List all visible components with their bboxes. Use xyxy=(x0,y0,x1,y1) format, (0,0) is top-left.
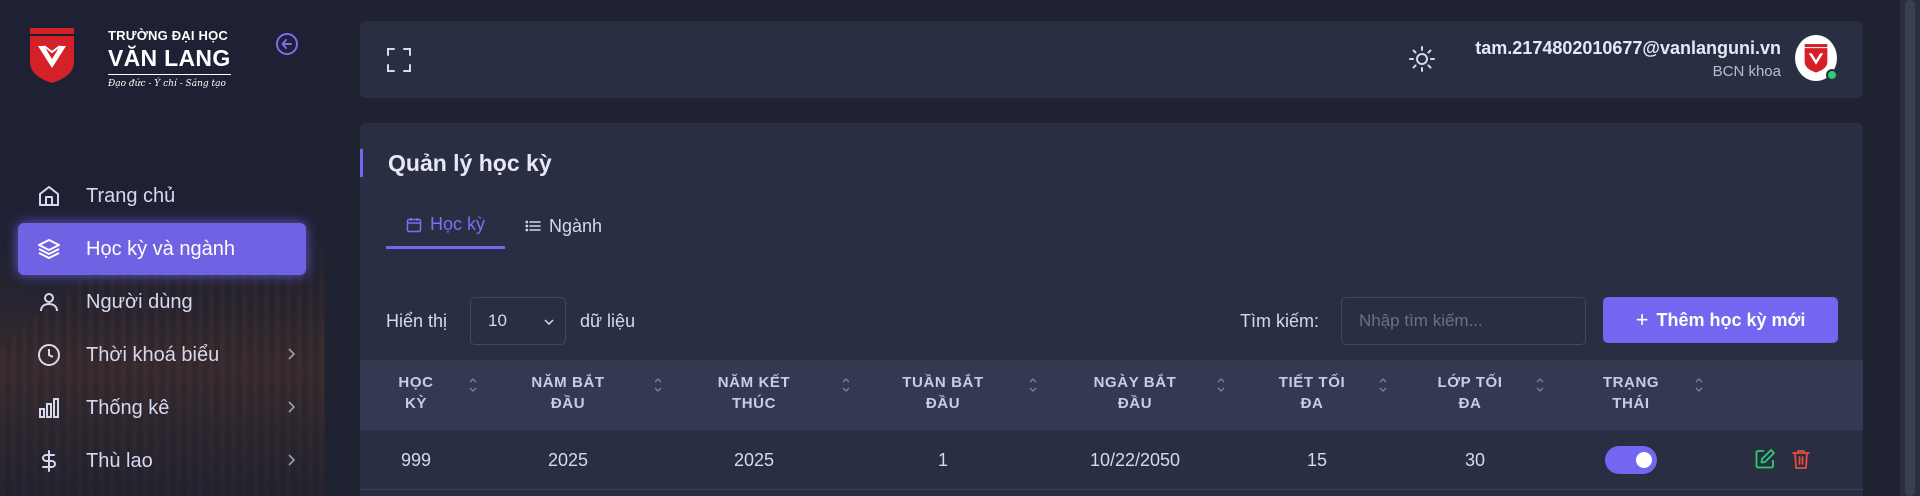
page-scrollbar[interactable] xyxy=(1900,0,1920,496)
dollar-icon xyxy=(36,448,62,474)
sidebar-item-label: Thù lao xyxy=(86,449,153,472)
chevron-right-icon xyxy=(288,348,296,360)
sort-icon[interactable] xyxy=(1378,374,1388,396)
column-header-max-periods[interactable]: TIẾT TỐI ĐA xyxy=(1262,372,1362,414)
scrollbar-thumb[interactable] xyxy=(1905,0,1915,496)
sidebar-item-label: Thời khoá biểu xyxy=(86,343,220,366)
plus-icon: + xyxy=(1635,307,1649,332)
search-input[interactable] xyxy=(1341,297,1586,345)
add-semester-button[interactable]: + Thêm học kỳ mới xyxy=(1603,297,1838,343)
list-icon xyxy=(525,220,541,232)
arrow-left-icon xyxy=(281,39,292,49)
column-header-end-year[interactable]: NĂM KẾT THÚC xyxy=(706,372,802,414)
chevron-right-icon xyxy=(288,454,296,466)
sidebar-item-label: Học kỳ và ngành xyxy=(86,237,235,260)
calendar-icon xyxy=(406,217,422,232)
add-semester-label: Thêm học kỳ mới xyxy=(1656,309,1806,330)
cell-start-year: 2025 xyxy=(547,450,589,470)
sidebar-item-label: Thống kê xyxy=(86,396,170,419)
brand-text: TRƯỜNG ĐẠI HỌC VĂN LANG Đạo đức - Ý chí … xyxy=(108,28,231,89)
column-header-start-year[interactable]: NĂM BẮT ĐẦU xyxy=(520,372,616,414)
column-header-start-date[interactable]: NGÀY BẮT ĐẦU xyxy=(1080,372,1190,414)
tab-label: Học kỳ xyxy=(430,214,486,234)
top-navbar: tam.2174802010677@vanlanguni.vn BCN khoa xyxy=(360,21,1863,98)
sort-icon[interactable] xyxy=(1028,374,1038,396)
table-header: HỌC KỲ NĂM BẮT ĐẦU NĂM KẾT THÚC TUẦN BẮT… xyxy=(360,360,1863,430)
status-toggle[interactable] xyxy=(1605,446,1657,474)
sidebar-item-home[interactable]: Trang chủ xyxy=(18,170,306,222)
cell-end-year: 2025 xyxy=(733,450,775,470)
page-size-value: 10 xyxy=(488,311,507,330)
brand-line2: VĂN LANG xyxy=(108,45,231,75)
column-header-start-week[interactable]: TUẦN BẮT ĐẦU xyxy=(893,372,993,414)
sort-icon[interactable] xyxy=(1694,374,1704,396)
cell-semester: 999 xyxy=(400,450,432,470)
sidebar-item-label: Trang chủ xyxy=(86,184,176,207)
sidebar-item-semesters-majors[interactable]: Học kỳ và ngành xyxy=(18,223,306,275)
column-header-status[interactable]: TRẠNG THÁI xyxy=(1586,372,1676,414)
trash-icon[interactable] xyxy=(1790,448,1812,470)
sort-icon[interactable] xyxy=(653,374,663,396)
avatar[interactable] xyxy=(1795,35,1838,81)
sidebar-item-statistics[interactable]: Thống kê xyxy=(18,382,306,434)
clock-icon xyxy=(36,342,62,368)
data-label: dữ liệu xyxy=(580,311,636,331)
tabs: Học kỳ Ngành xyxy=(386,203,622,249)
show-label: Hiển thị xyxy=(386,311,448,331)
layers-icon xyxy=(36,236,62,262)
university-shield-icon xyxy=(1804,44,1828,73)
semester-management-card: Quản lý học kỳ Học kỳ Ngành Hiển thị 10 … xyxy=(360,123,1863,496)
cell-start-date: 10/22/2050 xyxy=(1089,450,1181,470)
cell-max-classes: 30 xyxy=(1464,450,1486,470)
chevron-down-icon xyxy=(544,319,554,326)
chevron-right-icon xyxy=(288,401,296,413)
search-label: Tìm kiếm: xyxy=(1240,311,1319,331)
collapse-sidebar-button[interactable] xyxy=(276,33,298,55)
column-header-max-classes[interactable]: LỚP TỐI ĐA xyxy=(1420,372,1520,414)
online-status-dot xyxy=(1826,69,1838,81)
cell-start-week: 1 xyxy=(937,450,948,470)
home-icon xyxy=(36,183,62,209)
tab-label: Ngành xyxy=(549,215,603,236)
sort-icon[interactable] xyxy=(468,374,478,396)
user-email: tam.2174802010677@vanlanguni.vn xyxy=(1475,38,1781,58)
fullscreen-icon[interactable] xyxy=(386,47,412,73)
user-role: BCN khoa xyxy=(1712,63,1781,80)
toggle-knob xyxy=(1636,452,1652,468)
sidebar-nav: Trang chủ Học kỳ và ngành Người dùng Thờ… xyxy=(18,170,306,488)
edit-icon[interactable] xyxy=(1754,448,1776,470)
sidebar-item-users[interactable]: Người dùng xyxy=(18,276,306,328)
cell-max-periods: 15 xyxy=(1306,450,1328,470)
brand-slogan: Đạo đức - Ý chí - Sáng tạo xyxy=(108,79,226,89)
tab-majors[interactable]: Ngành xyxy=(505,203,622,249)
sidebar-item-label: Người dùng xyxy=(86,290,193,313)
sort-icon[interactable] xyxy=(841,374,851,396)
sidebar-item-timetable[interactable]: Thời khoá biểu xyxy=(18,329,306,381)
sun-icon[interactable] xyxy=(1408,45,1436,73)
page-size-select[interactable]: 10 xyxy=(470,297,566,345)
table-row: 999 2025 2025 1 10/22/2050 15 30 xyxy=(360,430,1863,490)
column-header-semester[interactable]: HỌC KỲ xyxy=(388,372,444,414)
sidebar-item-remuneration[interactable]: Thù lao xyxy=(18,435,306,487)
sort-icon[interactable] xyxy=(1216,374,1226,396)
bar-chart-icon xyxy=(36,395,62,421)
user-icon xyxy=(36,289,62,315)
sidebar: TRƯỜNG ĐẠI HỌC VĂN LANG Đạo đức - Ý chí … xyxy=(0,0,325,496)
tab-semesters[interactable]: Học kỳ xyxy=(386,203,506,249)
page-title: Quản lý học kỳ xyxy=(360,149,552,177)
brand-line1: TRƯỜNG ĐẠI HỌC xyxy=(108,28,229,43)
sort-icon[interactable] xyxy=(1535,374,1545,396)
university-shield-icon xyxy=(30,28,74,83)
brand-logo[interactable]: TRƯỜNG ĐẠI HỌC VĂN LANG Đạo đức - Ý chí … xyxy=(28,26,231,89)
